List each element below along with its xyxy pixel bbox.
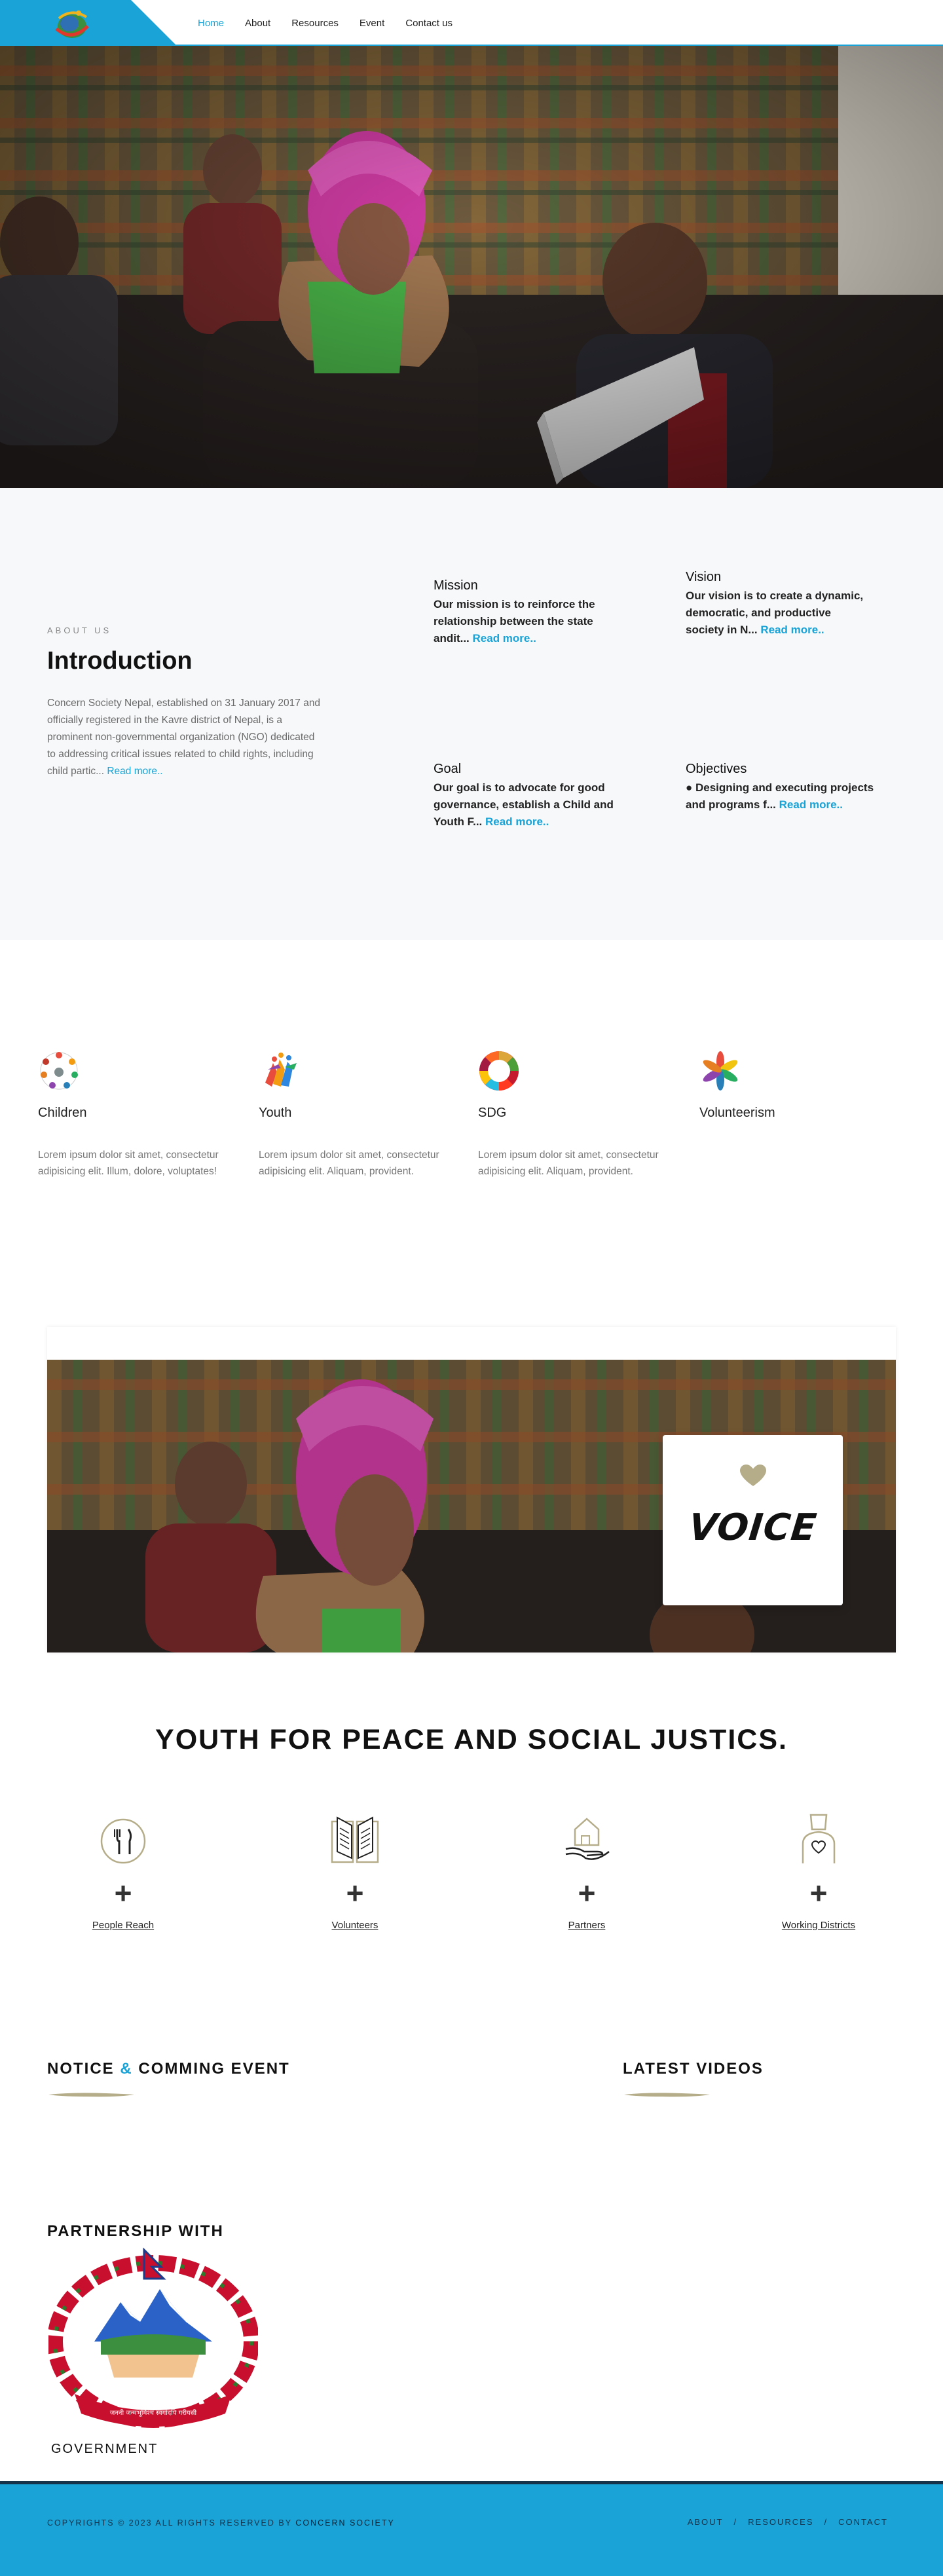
stat-plus: + (809, 1876, 828, 1910)
copyright-org-link[interactable]: CONCERN SOCIETY (295, 2518, 395, 2528)
stat-people-reach: + People Reach (58, 1811, 189, 1931)
mission-read-more-link[interactable]: Read more.. (473, 632, 536, 644)
mission-title: Mission (434, 578, 478, 593)
volunteer-hands-icon (703, 1051, 738, 1091)
intro-title: Introduction (47, 647, 193, 675)
intro-body: Concern Society Nepal, established on 31… (47, 698, 321, 777)
logo-icon[interactable] (46, 4, 97, 42)
goal-text: Our goal is to advocate for good governa… (434, 779, 623, 831)
objectives-read-more-link[interactable]: Read more.. (779, 798, 843, 811)
hero-photo (0, 46, 943, 488)
voice-word: VOICE (686, 1506, 819, 1549)
footer-separator: / (824, 2517, 828, 2527)
service-title: Youth (259, 1106, 292, 1120)
vision-read-more-link[interactable]: Read more.. (760, 624, 824, 636)
voice-banner: VOICE (47, 1327, 896, 1652)
youth-heading: YOUTH FOR PEACE AND SOCIAL JUSTICS. (155, 1724, 788, 1755)
site-header: Home About Resources Event Contact us (0, 0, 943, 46)
partnership-heading: PARTNERSHIP WITH (47, 2222, 224, 2240)
copyright-text: COPYRIGHTS © 2023 ALL RIGHTS RESERVED BY… (47, 2518, 395, 2528)
utensils-icon (100, 1818, 146, 1864)
objectives-title: Objectives (686, 762, 747, 776)
nav-contact[interactable]: Contact us (405, 18, 453, 29)
intro-text: Concern Society Nepal, established on 31… (47, 695, 322, 780)
notice-heading: NOTICE & COMMING EVENT (47, 2060, 290, 2078)
nav-home[interactable]: Home (198, 18, 224, 29)
nav-event[interactable]: Event (360, 18, 384, 29)
svg-text:जननी जन्मभूमिश्च स्वर्गादपि गर: जननी जन्मभूमिश्च स्वर्गादपि गरीयसी (110, 2409, 197, 2417)
partner-government[interactable]: GOVERNMENT (51, 2442, 158, 2457)
goal-card: Goal Our goal is to advocate for good go… (434, 762, 623, 831)
service-title: Volunteerism (699, 1106, 775, 1120)
service-text: Lorem ipsum dolor sit amet, consectetur … (38, 1149, 219, 1177)
copyright-prefix: COPYRIGHTS © 2023 ALL RIGHTS RESERVED BY (47, 2518, 292, 2528)
site-footer: COPYRIGHTS © 2023 ALL RIGHTS RESERVED BY… (0, 2481, 943, 2576)
service-children: Children Lorem ipsum dolor sit amet, con… (38, 1050, 221, 1180)
goal-read-more-link[interactable]: Read more.. (485, 815, 549, 828)
hero-image (0, 46, 943, 488)
about-us-eyebrow: ABOUT US (47, 625, 112, 635)
videos-underline (624, 2093, 710, 2097)
objectives-card: Objectives ● Designing and executing pro… (686, 762, 876, 813)
book-icon (331, 1816, 379, 1863)
vision-title: Vision (686, 570, 722, 584)
sdg-wheel-icon (479, 1051, 519, 1091)
footer-link-resources[interactable]: RESOURCES (748, 2517, 813, 2527)
intro-read-more-link[interactable]: Read more.. (107, 766, 162, 777)
videos-heading: LATEST VIDEOS (623, 2060, 764, 2078)
goal-title: Goal (434, 762, 462, 776)
stat-label[interactable]: People Reach (58, 1920, 189, 1931)
notice-heading-part1: NOTICE (47, 2060, 115, 2078)
nav-about[interactable]: About (245, 18, 270, 29)
notice-heading-amp: & (120, 2060, 133, 2078)
person-heart-icon (802, 1814, 836, 1863)
service-sdg: SDG Lorem ipsum dolor sit amet, consecte… (478, 1050, 661, 1180)
service-title: SDG (478, 1106, 507, 1120)
vision-text: Our vision is to create a dynamic, democ… (686, 588, 866, 639)
footer-nav: ABOUT / RESOURCES / CONTACT (688, 2517, 888, 2527)
main-nav: Home About Resources Event Contact us (198, 0, 453, 46)
stat-volunteers: + Volunteers (289, 1811, 420, 1931)
service-title: Children (38, 1106, 87, 1120)
voice-card[interactable]: VOICE (663, 1435, 843, 1605)
stat-label[interactable]: Volunteers (289, 1920, 420, 1931)
nav-resources[interactable]: Resources (291, 18, 339, 29)
stat-plus: + (578, 1876, 596, 1910)
voice-image: VOICE (47, 1360, 896, 1652)
service-text: Lorem ipsum dolor sit amet, consectetur … (259, 1149, 439, 1177)
nepal-emblem-icon[interactable]: जननी जन्मभूमिश्च स्वर्गादपि गरीयसी (48, 2243, 258, 2433)
stat-working-districts: + Working Districts (753, 1811, 884, 1931)
footer-link-about[interactable]: ABOUT (688, 2517, 724, 2527)
notice-heading-part2: COMMING EVENT (138, 2060, 290, 2078)
heart-icon (739, 1465, 766, 1486)
stat-label[interactable]: Working Districts (753, 1920, 884, 1931)
service-text: Lorem ipsum dolor sit amet, consectetur … (478, 1149, 659, 1177)
intro-section: ABOUT US Introduction Concern Society Ne… (0, 488, 943, 940)
notice-underline (48, 2093, 134, 2097)
youth-people-icon (265, 1053, 297, 1087)
mission-card: Mission Our mission is to reinforce the … (434, 578, 623, 647)
stat-label[interactable]: Partners (521, 1920, 652, 1931)
service-youth: Youth Lorem ipsum dolor sit amet, consec… (259, 1050, 442, 1180)
stat-partners: + Partners (521, 1811, 652, 1931)
service-volunteerism: Volunteerism (699, 1050, 883, 1147)
vision-card: Vision Our vision is to create a dynamic… (686, 570, 866, 639)
objectives-text: ● Designing and executing projects and p… (686, 779, 876, 813)
footer-separator: / (733, 2517, 738, 2527)
stat-plus: + (346, 1876, 364, 1910)
children-circle-icon (40, 1052, 78, 1090)
hand-house-icon (565, 1818, 610, 1860)
footer-link-contact[interactable]: CONTACT (838, 2517, 888, 2527)
mission-text: Our mission is to reinforce the relation… (434, 596, 623, 647)
stat-plus: + (114, 1876, 132, 1910)
